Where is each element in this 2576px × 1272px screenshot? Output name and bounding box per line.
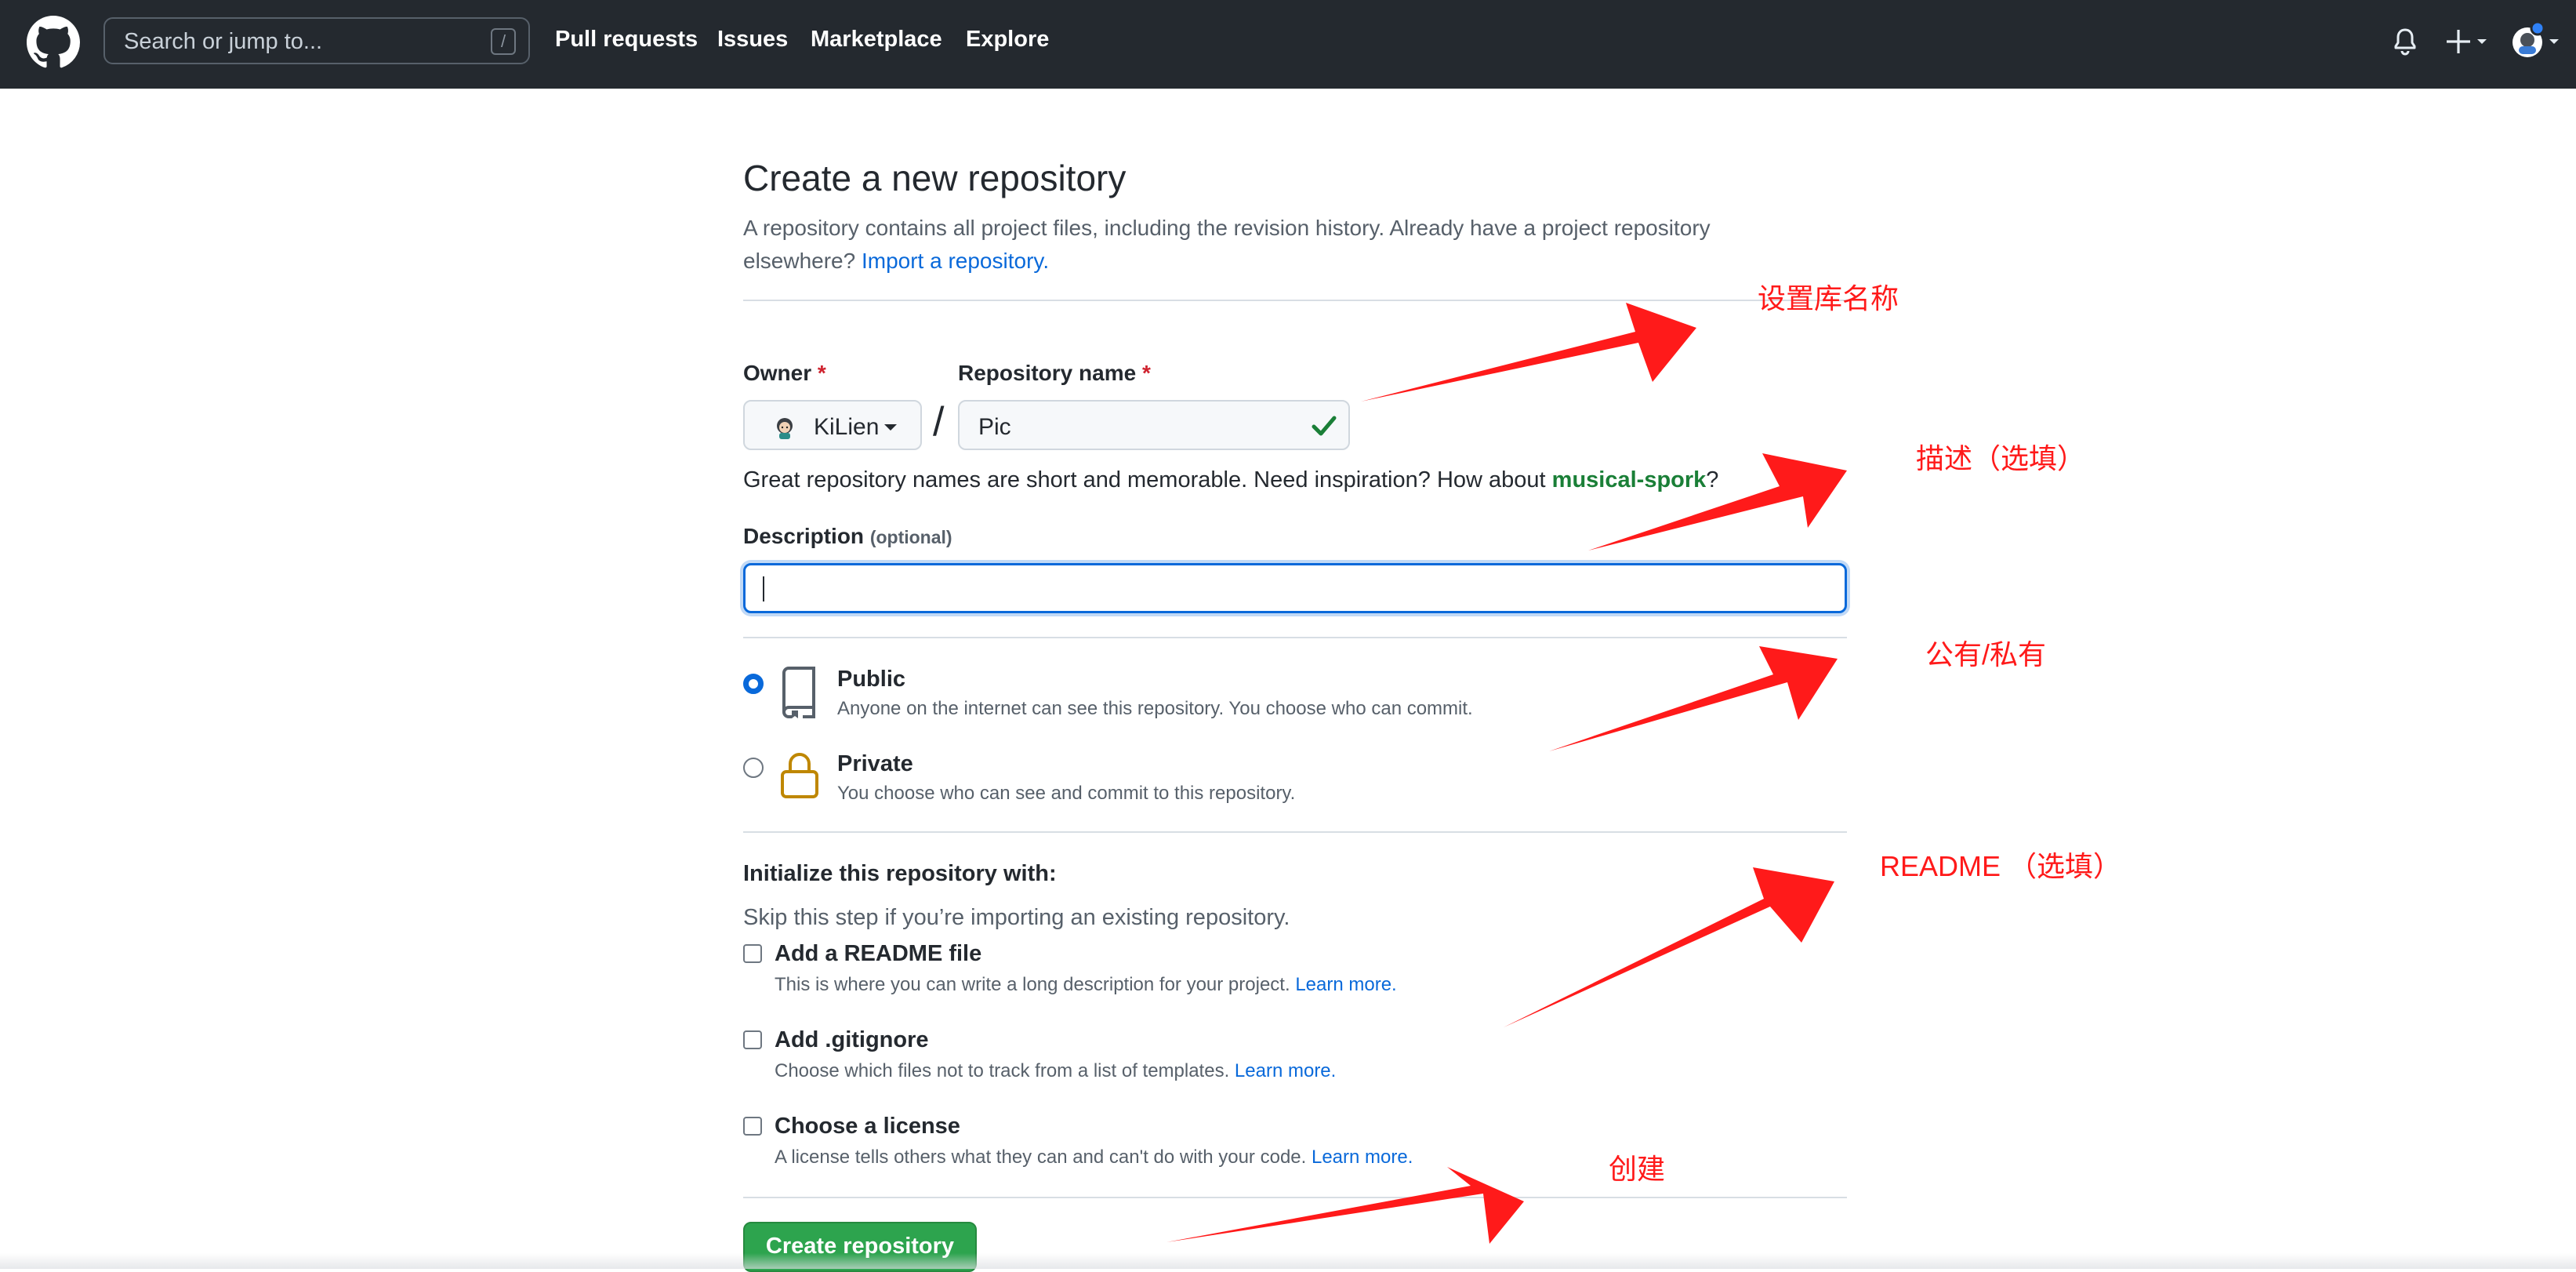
arrow-visibility (1549, 646, 1838, 751)
notification-bell-icon[interactable] (2393, 28, 2418, 56)
repo-name-label: Repository name * (958, 361, 1151, 386)
license-checkbox[interactable] (743, 1117, 762, 1136)
chevron-down-icon (884, 424, 897, 431)
create-new-dropdown[interactable] (2444, 27, 2491, 58)
hint-suffix: ? (1706, 467, 1719, 492)
divider (743, 637, 1847, 638)
description-label-text: Description (743, 524, 865, 548)
license-learn-more-link[interactable]: Learn more. (1312, 1147, 1413, 1168)
readme-learn-more-link[interactable]: Learn more. (1295, 974, 1396, 995)
nav-pull-requests[interactable]: Pull requests (555, 27, 698, 53)
license-title: Choose a license (775, 1114, 960, 1139)
gitignore-description: Choose which files not to track from a l… (775, 1060, 1336, 1082)
nav-issues[interactable]: Issues (717, 27, 788, 53)
global-header: Search or jump to... / Pull requests Iss… (0, 0, 2576, 89)
public-radio[interactable] (743, 674, 764, 694)
annotation-visibility: 公有/私有 (1925, 638, 2047, 671)
avatar-icon (2513, 20, 2559, 57)
optional-tag: (optional) (869, 527, 952, 547)
annotation-name: 设置库名称 (1758, 282, 1899, 314)
page-title: Create a new repository (743, 158, 1127, 198)
required-mark: * (1141, 361, 1151, 385)
private-title: Private (837, 751, 913, 776)
plus-icon (2447, 30, 2487, 53)
init-title: Initialize this repository with: (743, 861, 1057, 886)
annotation-create: 创建 (1609, 1153, 1666, 1185)
arrow-name (1361, 303, 1696, 402)
arrow-create (1166, 1167, 1524, 1244)
repository-name-input[interactable]: Pic (958, 400, 1350, 450)
github-logo-icon[interactable] (27, 16, 80, 69)
gitignore-desc-text: Choose which files not to track from a l… (775, 1060, 1230, 1081)
search-input[interactable]: Search or jump to... / (103, 17, 530, 64)
readme-desc-text: This is where you can write a long descr… (775, 974, 1290, 995)
divider (743, 300, 1847, 301)
required-mark: * (817, 361, 826, 385)
page-intro: A repository contains all project files,… (743, 212, 1809, 278)
owner-avatar-icon (777, 418, 793, 439)
owner-label-text: Owner (743, 361, 812, 385)
text-cursor (763, 576, 764, 601)
private-radio[interactable] (743, 758, 764, 778)
divider (743, 831, 1847, 833)
annotation-readme: README （选填） (1880, 850, 2122, 882)
gitignore-learn-more-link[interactable]: Learn more. (1235, 1060, 1336, 1081)
gitignore-title: Add .gitignore (775, 1027, 929, 1052)
description-input[interactable] (743, 563, 1847, 613)
public-description: Anyone on the internet can see this repo… (837, 698, 1473, 719)
description-label: Description (optional) (743, 524, 952, 549)
readme-title: Add a README file (775, 941, 982, 966)
private-description: You choose who can see and commit to thi… (837, 783, 1296, 804)
lock-icon (781, 753, 818, 798)
annotation-description: 描述（选填） (1916, 442, 2086, 474)
page-bottom-shadow (0, 1253, 2576, 1269)
check-icon (1312, 416, 1337, 436)
nav-marketplace[interactable]: Marketplace (811, 27, 942, 53)
readme-description: This is where you can write a long descr… (775, 974, 1397, 996)
search-placeholder: Search or jump to... (124, 29, 323, 54)
user-menu[interactable] (2509, 20, 2563, 63)
repo-name-label-text: Repository name (958, 361, 1137, 385)
owner-repo-separator: / (933, 399, 945, 445)
repo-book-icon (782, 667, 815, 718)
public-title: Public (837, 667, 906, 692)
hint-text: Great repository names are short and mem… (743, 467, 1546, 492)
nav-explore[interactable]: Explore (966, 27, 1049, 53)
license-description: A license tells others what they can and… (775, 1147, 1413, 1168)
owner-select[interactable]: KiLien (743, 400, 922, 450)
divider (743, 1197, 1847, 1198)
search-shortcut-key: / (491, 28, 516, 55)
gitignore-checkbox[interactable] (743, 1030, 762, 1049)
owner-label: Owner * (743, 361, 826, 386)
readme-checkbox[interactable] (743, 944, 762, 963)
init-subtitle: Skip this step if you’re importing an ex… (743, 905, 1290, 930)
name-suggestion-link[interactable]: musical-spork (1552, 467, 1707, 492)
arrow-readme (1504, 867, 1834, 1027)
repo-name-hint: Great repository names are short and mem… (743, 467, 1718, 493)
owner-name: KiLien (814, 414, 880, 440)
license-desc-text: A license tells others what they can and… (775, 1147, 1307, 1168)
repository-name-value: Pic (978, 414, 1011, 440)
import-repository-link[interactable]: Import a repository. (862, 249, 1049, 273)
